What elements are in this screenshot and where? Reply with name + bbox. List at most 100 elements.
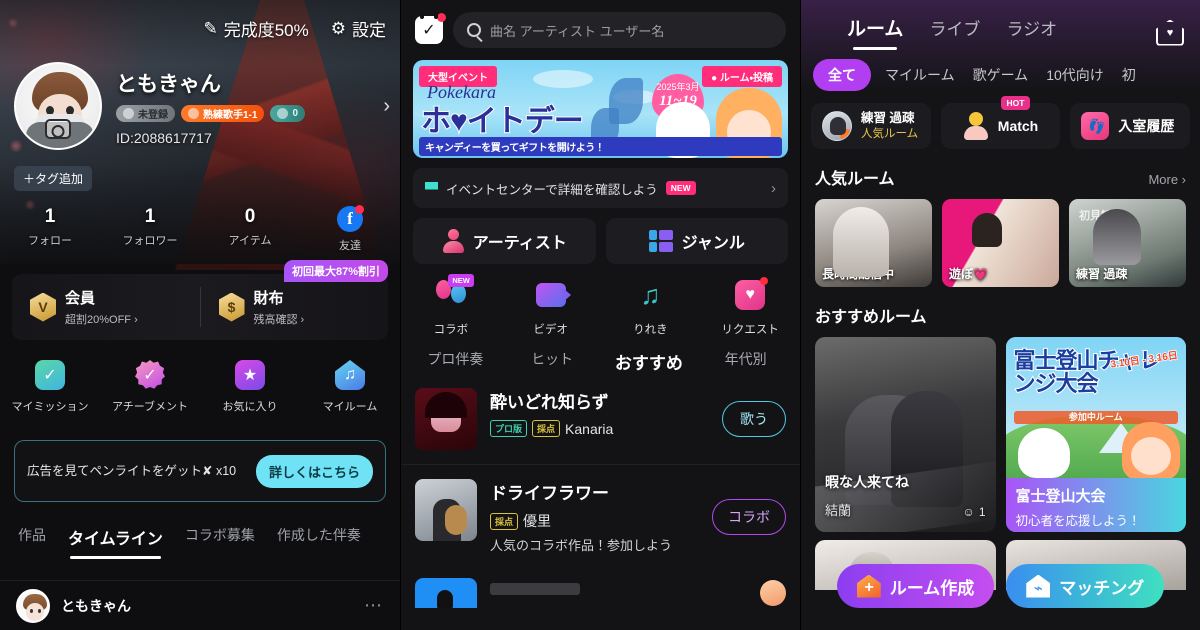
tab-works[interactable]: 作品 xyxy=(18,525,46,561)
timeline-post[interactable]: ともきゃん ⋯ xyxy=(0,580,400,630)
tab-created-accompaniment[interactable]: 作成した伴奏 xyxy=(277,525,361,561)
song-row[interactable]: ドライフラワー 採点 優里 人気のコラボ作品！参加しよう コラボ xyxy=(401,464,800,570)
grid-item-achievement[interactable]: ✓ アチーブメント xyxy=(100,360,200,414)
stat-friends[interactable]: f 友達 xyxy=(300,205,400,253)
post-more-icon[interactable]: ⋯ xyxy=(364,595,384,616)
quick-request[interactable]: ♥ リクエスト xyxy=(700,277,800,337)
tag-pro: プロ版 xyxy=(490,420,528,437)
ad-banner[interactable]: 広告を見てペンライトをゲット✘ x10 詳しくはこちら xyxy=(14,440,386,502)
badge-unregistered[interactable]: 未登録 xyxy=(116,105,175,122)
video-icon xyxy=(534,278,571,312)
monkey-character xyxy=(1122,422,1180,480)
chip-beginner[interactable]: 初 xyxy=(1118,59,1140,91)
badge-level[interactable]: 0 xyxy=(270,105,306,122)
stat-label: 友達 xyxy=(339,240,361,252)
whiteday-event-banner[interactable]: 大型イベント ● ルーム・投稿 Pokekara ホ♥イトデー 2025年3月 … xyxy=(413,60,788,158)
nav-live[interactable]: ライブ xyxy=(929,15,980,50)
membership-sub: 超割20%OFF › xyxy=(65,314,138,326)
search-input[interactable]: 曲名 アーティスト ユーザー名 xyxy=(453,12,786,48)
matching-button[interactable]: マッチング xyxy=(1006,564,1165,608)
matching-icon xyxy=(1026,574,1051,598)
wallet-sub: 残高確認 › xyxy=(253,314,305,326)
search-icon xyxy=(467,23,481,37)
subtab-pro[interactable]: プロ伴奏 xyxy=(407,349,504,374)
nav-rooms[interactable]: ルーム xyxy=(847,14,903,51)
home-heart-icon[interactable] xyxy=(1156,20,1184,46)
grid-item-myroom[interactable]: ♫ マイルーム xyxy=(300,360,400,414)
user-badges: 未登録 熟練歌手1-1 0 xyxy=(116,105,369,122)
song-subtitle: 人気のコラボ作品！参加しよう xyxy=(490,538,673,553)
search-bar-row: ✓ 曲名 アーティスト ユーザー名 xyxy=(401,0,800,56)
stat-following[interactable]: 1 フォロー xyxy=(0,206,100,253)
add-tag-button[interactable]: ＋タグ追加 xyxy=(14,166,93,191)
stat-label: フォロー xyxy=(28,235,72,247)
stat-items[interactable]: 0 アイテム xyxy=(200,206,300,253)
popular-room-card[interactable]: 長時間配信中 xyxy=(815,199,932,287)
tab-collab[interactable]: コラボ募集 xyxy=(185,525,255,561)
entry-history-label: 入室履歴 xyxy=(1118,118,1175,134)
membership-wallet-cards: V 会員 超割20%OFF › $ 財布 残高確認 › xyxy=(12,274,388,340)
wallet-card[interactable]: $ 財布 残高確認 › xyxy=(199,287,389,327)
grid-item-favorite[interactable]: ★ お気に入り xyxy=(200,360,300,414)
popular-rooms-header: 人気ルーム More › xyxy=(801,149,1200,189)
quick-video[interactable]: ビデオ xyxy=(501,278,601,337)
practice-sub: 人気ルーム xyxy=(861,127,919,140)
avatar[interactable] xyxy=(14,62,102,150)
sing-button[interactable]: 歌う xyxy=(722,401,786,437)
quick-collab[interactable]: NEW コラボ xyxy=(401,274,501,337)
entry-history-card[interactable]: 入室履歴 xyxy=(1070,103,1191,149)
tab-timeline[interactable]: タイムライン xyxy=(68,525,163,561)
achievement-icon: ✓ xyxy=(135,360,165,389)
badge-icon xyxy=(277,108,289,119)
completion-button[interactable]: ✎ 完成度50% xyxy=(203,16,308,41)
room-action-cards: 練習 過疎 人気ルーム Match HOT 入室履歴 xyxy=(801,91,1200,149)
snowman-character xyxy=(1017,428,1070,478)
recommend-rooms-header: おすすめルーム xyxy=(801,287,1200,327)
discount-badge: 初回最大87%割引 xyxy=(283,260,388,282)
stat-followers[interactable]: 1 フォロワー xyxy=(100,206,200,253)
match-card[interactable]: Match HOT xyxy=(940,96,1061,149)
subtab-recommend[interactable]: おすすめ xyxy=(601,349,698,374)
grid-item-mission[interactable]: ✓ マイミッション xyxy=(0,360,100,414)
create-room-button[interactable]: ルーム作成 xyxy=(836,564,995,608)
song-row-partial[interactable] xyxy=(401,570,800,608)
badge-rank[interactable]: 熟練歌手1-1 xyxy=(181,105,265,122)
chip-myroom[interactable]: マイルーム xyxy=(881,59,959,91)
subtab-by-era[interactable]: 年代別 xyxy=(697,349,794,374)
search-placeholder: 曲名 アーティスト ユーザー名 xyxy=(490,23,665,39)
event-center-row[interactable]: イベントセンターで詳細を確認しよう NEW › xyxy=(413,168,788,208)
subtab-hit[interactable]: ヒット xyxy=(504,349,601,374)
popular-room-card[interactable]: 遊ぼ💗 xyxy=(942,199,1059,287)
recommend-event-card[interactable]: 富士登山チャレンジ大会 3.10日 - 3.16日 参加中ルーム 富士登山大会 … xyxy=(1005,337,1186,532)
room-caption: 長時間配信中 xyxy=(822,267,895,281)
wallet-title: 財布 xyxy=(253,290,284,307)
collab-button[interactable]: コラボ xyxy=(712,499,786,536)
chevron-right-icon[interactable]: › xyxy=(771,180,776,197)
quick-history[interactable]: ♫ りれき xyxy=(601,278,701,337)
grid-label: アチーブメント xyxy=(111,401,189,413)
chevron-right-icon[interactable]: › xyxy=(383,95,390,118)
song-row[interactable]: 酔いどれ知らず プロ版 採点 Kanaria 歌う xyxy=(401,374,800,464)
profile-header[interactable]: ともきゃん 未登録 熟練歌手1-1 0 ID:2088617717 › xyxy=(14,62,390,150)
post-avatar[interactable] xyxy=(16,588,50,623)
quick-label: ビデオ xyxy=(533,324,568,336)
membership-card[interactable]: V 会員 超割20%OFF › xyxy=(12,287,200,327)
more-link[interactable]: More › xyxy=(1148,172,1186,187)
ad-cta-button[interactable]: 詳しくはこちら xyxy=(255,454,373,488)
practice-room-card[interactable]: 練習 過疎 人気ルーム xyxy=(811,103,931,149)
chip-all[interactable]: 全て xyxy=(813,59,871,91)
balloon-icon: NEW xyxy=(434,274,474,312)
artist-button[interactable]: アーティスト xyxy=(413,218,596,264)
chip-song-game[interactable]: 歌ゲーム xyxy=(969,59,1033,91)
settings-button[interactable]: ⚙ 設定 xyxy=(331,16,386,41)
chip-teens[interactable]: 10代向け xyxy=(1042,59,1108,91)
settings-label: 設定 xyxy=(352,21,386,40)
camera-icon[interactable] xyxy=(45,119,71,139)
recommend-room-card[interactable]: 暇な人来てね 結蘭 ☺ 1 xyxy=(815,337,996,532)
popular-room-card[interactable]: 初見歓迎 練習 過疎 xyxy=(1069,199,1186,287)
artist-label: アーティスト xyxy=(472,235,567,252)
calendar-icon[interactable]: ✓ xyxy=(415,13,446,44)
genre-button[interactable]: ジャンル xyxy=(605,218,788,264)
facebook-icon: f xyxy=(337,205,364,232)
nav-radio[interactable]: ラジオ xyxy=(1006,15,1057,50)
